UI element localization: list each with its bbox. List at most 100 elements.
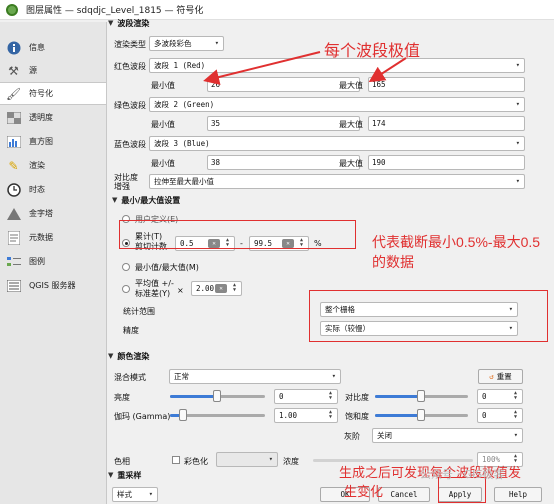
green-max-input[interactable]: 174 [368,116,525,131]
gamma-label: 伽玛 (Gamma) [114,412,171,421]
stddev-spinbox[interactable]: 2.00 ✕ ▲ ▼ [191,281,242,296]
brightness-spinbox[interactable]: 0 ▲ ▼ [274,389,338,404]
help-button[interactable]: Help [494,487,542,502]
saturation-slider-fill [375,414,420,417]
saturation-spinbox[interactable]: 0 ▲ ▼ [477,408,523,423]
spin-arrows-icon[interactable]: ▲ ▼ [511,391,520,402]
band-render-section-toggle[interactable]: ▼ 波段渲染 [108,16,149,30]
info-icon [6,40,21,55]
red-min-input[interactable]: 26 [207,77,360,92]
color-render-section-toggle[interactable]: ▼ 颜色渲染 [108,349,149,363]
cancel-button[interactable]: Cancel [378,487,430,502]
colorize-color-button[interactable]: ▾ [216,452,278,467]
contrast-slider-fill [375,395,420,398]
mean-stddev-radio[interactable] [122,285,130,293]
statistics-extent-label: 统计范围 [123,307,155,316]
blue-max-label: 最大值 [339,159,363,168]
resample-section-toggle[interactable]: ▼ 重采样 [108,468,141,482]
spin-arrows-icon[interactable]: ▲ ▼ [326,391,335,402]
transparency-icon [6,110,21,125]
contrast-spinbox[interactable]: 0 ▲ ▼ [477,389,523,404]
sidebar-item-source[interactable]: ⚒ 源 [0,59,106,82]
statistics-highlight-box [309,290,548,342]
gamma-spinbox[interactable]: 1.00 ▲ ▼ [274,408,338,423]
clear-icon[interactable]: ✕ [215,284,227,293]
brightness-slider-thumb[interactable] [213,390,221,402]
spin-arrows-icon[interactable]: ▲ ▼ [326,410,335,421]
sidebar-item-metadata[interactable]: 元数据 [0,226,106,249]
sidebar-item-transparency[interactable]: 透明度 [0,106,106,129]
green-max-label: 最大值 [339,120,363,129]
sidebar-item-pyramids[interactable]: 金字塔 [0,202,106,225]
histogram-icon [6,134,21,149]
annotation-band-minmax: 每个波段极值 [324,43,421,60]
annotation-after-line-2: 生变化 [344,484,384,499]
spin-arrows-icon[interactable]: ▲ ▼ [511,410,520,421]
reset-button[interactable]: ↺ 重置 [478,369,523,384]
render-type-select[interactable]: 多波段彩色 ▾ [149,36,224,51]
paintbrush-icon: 🖌 [5,86,22,101]
symbology-panel: ▼ 波段渲染 渲染类型 多波段彩色 ▾ 红色波段 波段 1 (Red) ▾ 最小… [108,10,554,504]
sidebar-item-histogram[interactable]: 直方图 [0,130,106,153]
sidebar: 信息 ⚒ 源 🖌 符号化 透明度 直方图 ✎ 渲染 时态 金字塔 元数据 图例 … [0,22,107,504]
gamma-slider-thumb[interactable] [179,409,187,421]
chevron-down-icon: ▾ [515,139,520,147]
chevron-down-icon: ▾ [515,61,520,69]
sidebar-item-info[interactable]: 信息 [0,36,106,59]
collapse-triangle-icon: ▼ [108,471,114,479]
sidebar-item-qgis-server[interactable]: QGIS 服务器 [0,274,106,297]
colorize-label: 彩色化 [184,457,208,466]
red-band-label: 红色波段 [114,62,146,71]
legend-icon [6,254,21,269]
blue-min-input[interactable]: 38 [207,155,360,170]
hue-label: 色相 [114,457,130,466]
saturation-slider-thumb[interactable] [417,409,425,421]
min-max-radio[interactable] [122,263,130,271]
contrast-enhancement-select[interactable]: 拉伸至最大最小值 ▾ [149,174,525,189]
red-max-input[interactable]: 165 [368,77,525,92]
annotation-cutoff-line-2: 的数据 [372,254,414,270]
blue-max-input[interactable]: 190 [368,155,525,170]
minmax-section-toggle[interactable]: ▼ 最小/最大值设置 [112,193,180,207]
sidebar-item-legend[interactable]: 图例 [0,250,106,273]
strength-label: 浓度 [283,457,299,466]
server-icon [6,278,21,293]
grayscale-select[interactable]: 关闭 ▾ [372,428,523,443]
contrast-slider-thumb[interactable] [417,390,425,402]
pyramid-icon [6,206,21,221]
green-min-input[interactable]: 35 [207,116,360,131]
blue-band-label: 蓝色波段 [114,140,146,149]
saturation-label: 饱和度 [345,412,369,421]
qgis-logo-icon [6,3,18,16]
collapse-triangle-icon: ▼ [108,352,114,360]
brightness-slider-fill [170,395,217,398]
mean-label-2: 标准差(Y) [135,289,171,298]
wrench-icon: ⚒ [8,63,19,78]
green-band-label: 绿色波段 [114,101,146,110]
chevron-down-icon: ▾ [515,100,520,108]
style-menu-button[interactable]: 样式 ▾ [112,487,158,502]
sidebar-item-render[interactable]: ✎ 渲染 [0,154,106,177]
chevron-down-icon: ▾ [331,372,336,380]
render-type-label: 渲染类型 [114,40,146,49]
render-icon: ✎ [8,158,19,173]
blend-mode-select[interactable]: 正常 ▾ [169,369,341,384]
colorize-checkbox[interactable] [172,456,180,464]
chevron-down-icon: ▾ [148,490,153,498]
sidebar-item-temporal[interactable]: 时态 [0,178,106,201]
grayscale-label: 灰阶 [344,432,360,441]
cumulative-highlight-box [119,220,356,249]
min-max-label: 最小值/最大值(M) [135,263,199,272]
sidebar-item-symbology[interactable]: 🖌 符号化 [0,82,106,105]
spin-arrows-icon[interactable]: ▲ ▼ [230,283,239,294]
chevron-down-icon: ▾ [513,431,518,439]
red-max-label: 最大值 [339,81,363,90]
contrast-label: 对比度 [345,393,369,402]
blue-band-select[interactable]: 波段 3 (Blue) ▾ [149,136,525,151]
chevron-down-icon: ▾ [268,455,273,463]
red-min-label: 最小值 [151,81,175,90]
green-band-select[interactable]: 波段 2 (Green) ▾ [149,97,525,112]
chevron-down-icon: ▾ [515,177,520,185]
reset-icon: ↺ [489,372,494,381]
watermark-text: 公众号 · GIS极客 [420,468,505,481]
